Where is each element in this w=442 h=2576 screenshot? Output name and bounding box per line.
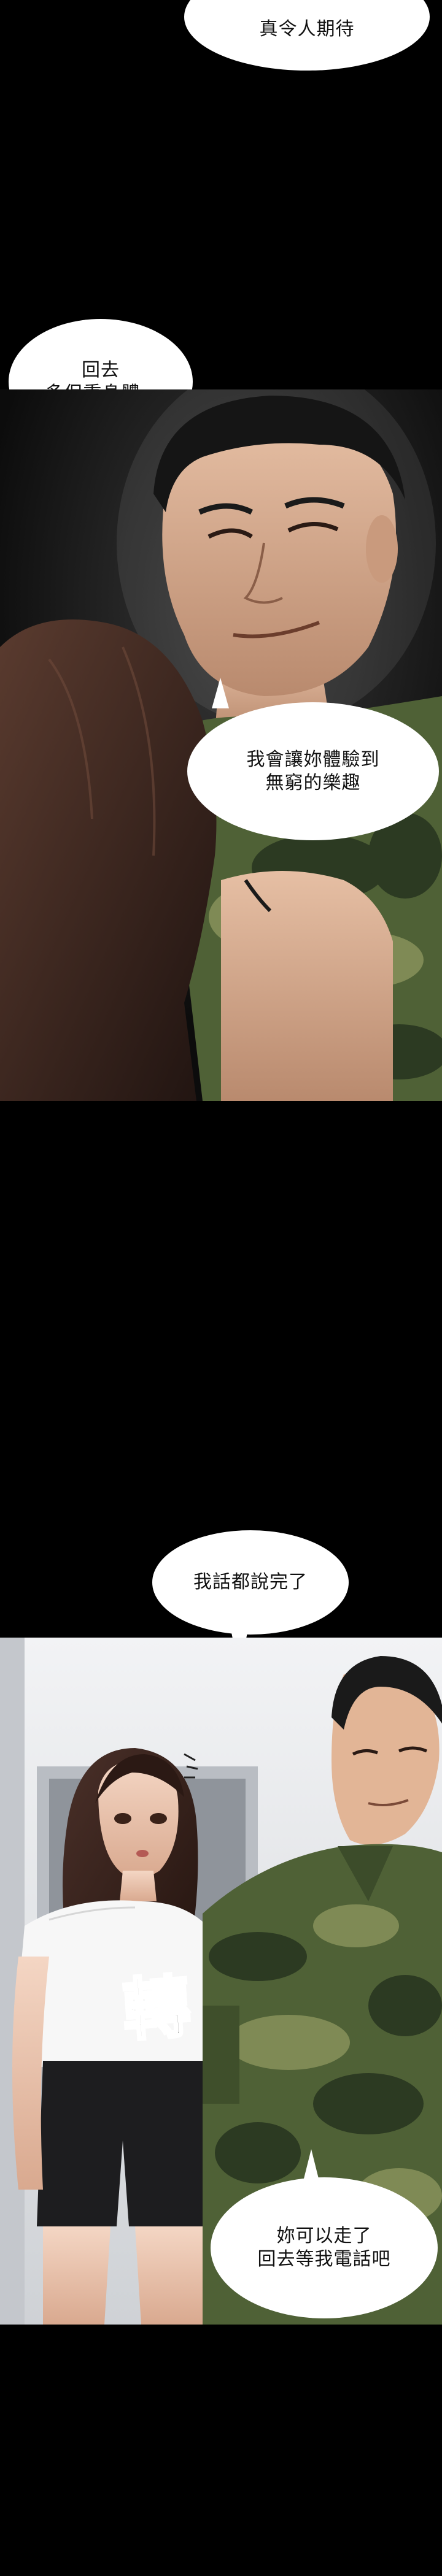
sfx-turn: 轉	[119, 1965, 195, 2051]
panel-soldier-smirk: 我會讓妳體驗到 無窮的樂趣	[0, 389, 442, 1101]
bubble-you-can-go-line-2: 回去等我電話吧	[257, 2248, 391, 2270]
speech-bubble-done-talking: 我話都說完了	[152, 1530, 349, 1671]
panel-hallway: 轉 妳可以走了 回去等我電話吧	[0, 1638, 442, 2325]
webtoon-page: 真令人期待 回去 多保重身體~	[0, 0, 442, 2576]
bubble-endless-fun-line-2: 無窮的樂趣	[265, 772, 361, 794]
speech-bubble-endless-fun: 我會讓妳體驗到 無窮的樂趣	[187, 678, 439, 840]
bubble-you-can-go-line-1: 妳可以走了	[276, 2225, 372, 2247]
bubble-tail	[212, 678, 229, 708]
speech-bubble-top: 真令人期待	[184, 0, 430, 71]
bubble-done-talking-line-1: 我話都說完了	[193, 1571, 308, 1593]
bubble-take-care-line-1: 回去	[82, 359, 120, 381]
bubble-endless-fun-line-1: 我會讓妳體驗到	[246, 748, 380, 770]
bubble-top-line-1: 真令人期待	[259, 18, 355, 40]
speech-bubble-you-can-go: 妳可以走了 回去等我電話吧	[211, 2149, 438, 2318]
bubble-tail	[303, 2149, 320, 2183]
